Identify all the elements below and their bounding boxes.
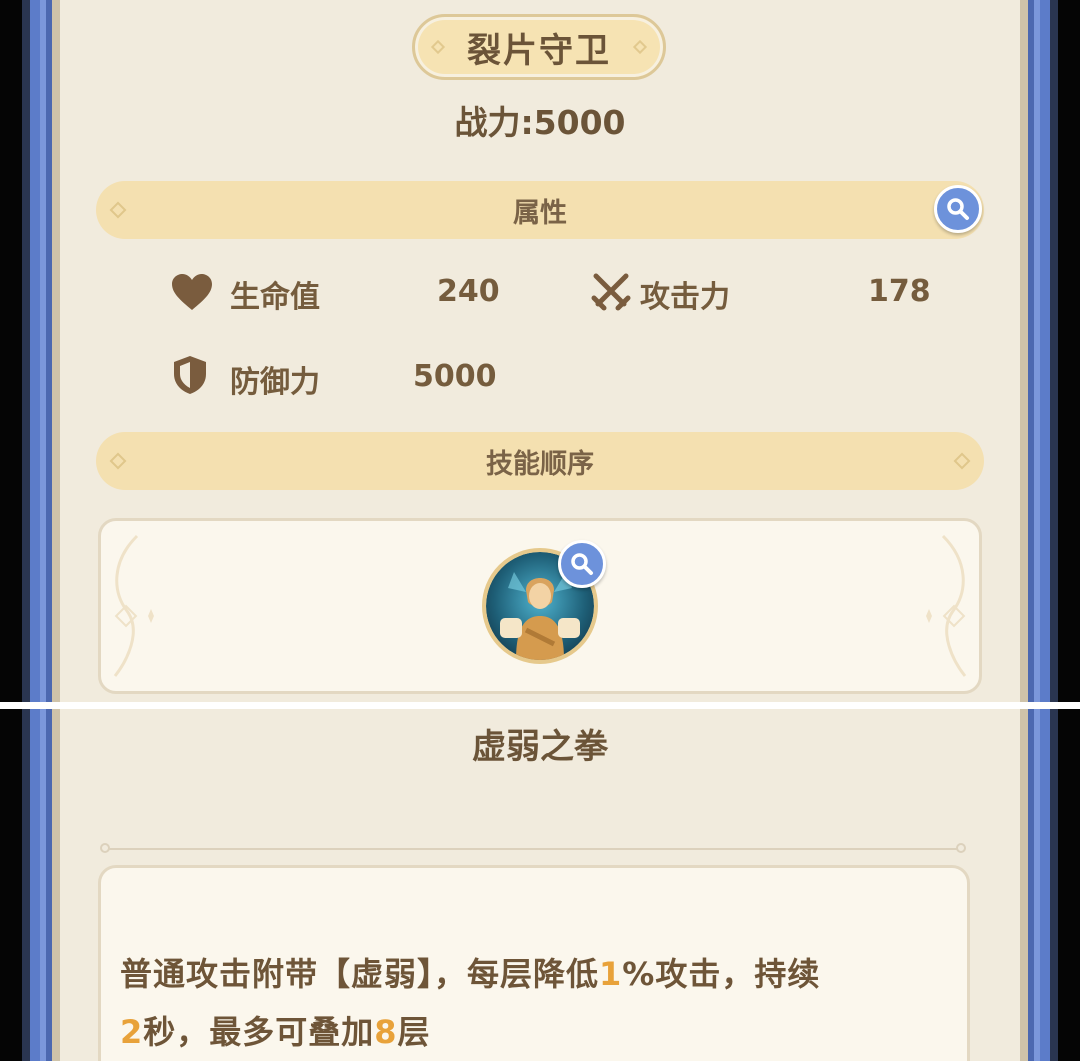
diamond-ornament-icon [430,39,446,55]
description-text: %攻击，持续 [622,955,821,993]
diamond-ornament-icon [109,452,127,470]
skill-detail-button[interactable] [558,540,606,588]
scroll-ornament-left-icon [113,534,154,677]
crossed-swords-icon [591,273,631,311]
stat-label-def: 防御力 [230,365,320,400]
description-number: 1 [599,955,623,993]
skill-description: 普通攻击附带【虚弱】，每层降低1%攻击，持续 2秒，最多可叠加8层 [120,945,950,1061]
skill-order-header: 技能顺序 [96,432,984,490]
description-text: 层 [397,1013,431,1051]
stat-label-atk: 攻击力 [640,280,730,315]
description-text: 秒，最多可叠加 [143,1013,375,1051]
description-text: 普通攻击附带【虚弱】，每层降低 [120,955,600,993]
magnifier-icon [571,553,593,575]
stat-value-hp: 240 [437,274,500,309]
separator-dot-icon [956,843,966,853]
description-number: 2 [120,1013,144,1051]
stat-label-hp: 生命值 [230,280,320,315]
title-plate: 裂片守卫 [412,14,666,80]
attributes-header: 属性 [96,181,984,239]
diamond-ornament-icon [953,452,971,470]
skill-order-title: 技能顺序 [486,448,594,480]
screenshot-top: 裂片守卫 战力:5000 属性 生命值 240 攻击力 178 防御力 5000 [0,0,1080,702]
diamond-ornament-icon [109,201,127,219]
skill-name: 虚弱之拳 [472,727,608,767]
separator-line [108,848,960,850]
diamond-ornament-icon [632,39,648,55]
stat-value-def: 5000 [413,359,497,394]
attributes-detail-button[interactable] [934,185,982,233]
unit-name: 裂片守卫 [467,30,611,71]
screenshot-divider [0,702,1080,709]
separator-dot-icon [100,843,110,853]
description-number: 8 [374,1013,398,1051]
shield-icon [174,356,206,394]
heart-icon [172,274,212,310]
attributes-title: 属性 [513,197,567,229]
magnifier-icon [947,198,969,220]
combat-power: 战力:5000 [454,103,626,142]
stat-value-atk: 178 [868,274,931,309]
scroll-ornament-right-icon [926,534,967,677]
